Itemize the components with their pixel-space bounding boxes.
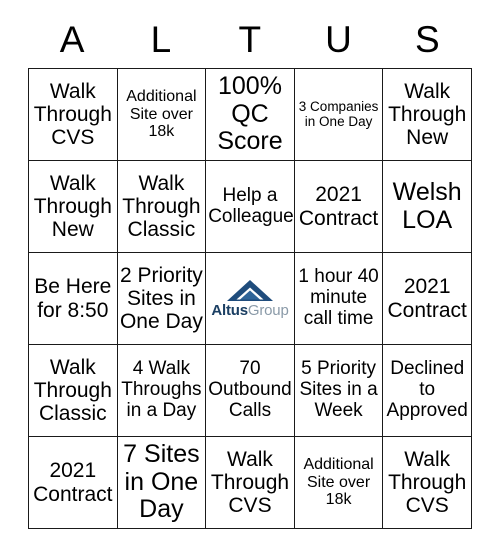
bingo-cell[interactable]: 2 Priority Sites in One Day — [116, 252, 207, 345]
bingo-cell[interactable]: Additional Site over 18k — [116, 68, 207, 161]
bingo-cell-label: 2021 Contract — [33, 459, 113, 506]
bingo-cell[interactable]: 7 Sites in One Day — [116, 436, 207, 529]
bingo-cell-label: Declined to Approved — [386, 358, 468, 421]
bingo-cell-label: Walk Through CVS — [210, 447, 290, 518]
bingo-cell[interactable]: 3 Companies in One Day — [293, 68, 384, 161]
logo-word-altus: Altus — [211, 301, 248, 319]
bingo-cell[interactable]: Walk Through CVS — [205, 436, 295, 529]
bingo-row: Walk Through CVS Additional Site over 18k… — [28, 68, 472, 161]
altus-group-logo: AltusGroup — [208, 254, 292, 343]
bingo-cell-label: Walk Through Classic — [122, 171, 201, 242]
bingo-cell[interactable]: Walk Through Classic — [116, 160, 207, 253]
altus-group-wordmark: AltusGroup — [211, 303, 288, 318]
bingo-cell-label: Walk Through CVS — [33, 79, 112, 150]
bingo-cell-label: 3 Companies in One Day — [298, 98, 379, 129]
bingo-cell[interactable]: 2021 Contract — [28, 436, 118, 529]
bingo-cell[interactable]: 100% QC Score — [205, 68, 295, 161]
bingo-cell[interactable]: 2021 Contract — [293, 160, 384, 253]
bingo-header-letters: A L T U S — [28, 10, 472, 68]
bingo-cell-label: 100% QC Score — [217, 72, 283, 156]
bingo-cell[interactable]: 2021 Contract — [382, 252, 472, 345]
bingo-cell-label: 4 Walk Throughs in a Day — [121, 358, 202, 421]
header-letter-s: S — [414, 18, 441, 60]
bingo-row: Walk Through Classic 4 Walk Throughs in a… — [28, 344, 472, 437]
header-letter-u: U — [325, 18, 353, 60]
bingo-cell[interactable]: Help a Colleague — [205, 160, 295, 253]
bingo-cell-label: 2021 Contract — [298, 183, 379, 230]
bingo-cell-label: Additional Site over 18k — [303, 456, 374, 509]
bingo-cell[interactable]: 5 Priority Sites in a Week — [293, 344, 384, 437]
logo-word-group: Group — [247, 301, 289, 319]
bingo-cell[interactable]: 1 hour 40 minute call time — [293, 252, 384, 345]
bingo-cell-label: Help a Colleague — [208, 184, 294, 227]
bingo-cell-label: Walk Through CVS — [388, 447, 467, 518]
bingo-card: A L T U S Walk Through CVS Additional Sit… — [28, 10, 472, 529]
header-letter-l: L — [150, 18, 172, 60]
bingo-cell[interactable]: 70 Outbound Calls — [205, 344, 295, 437]
bingo-cell[interactable]: Walk Through Classic — [28, 344, 118, 437]
bingo-cell-label: 1 hour 40 minute call time — [298, 266, 379, 329]
bingo-cell[interactable]: Welsh LOA — [382, 160, 472, 253]
bingo-cell-label: Additional Site over 18k — [126, 88, 197, 141]
bingo-grid: Walk Through CVS Additional Site over 18k… — [28, 68, 472, 529]
bingo-row: Be Here for 8:50 2 Priority Sites in One … — [28, 252, 472, 345]
bingo-row: 2021 Contract 7 Sites in One Day Walk Thro… — [28, 436, 472, 529]
bingo-cell-label: Welsh LOA — [392, 178, 462, 234]
bingo-cell-label: 2 Priority Sites in One Day — [119, 263, 203, 334]
bingo-cell-label: Be Here for 8:50 — [34, 275, 112, 322]
bingo-cell[interactable]: Walk Through CVS — [382, 436, 472, 529]
header-letter-t: T — [238, 18, 262, 60]
bingo-cell[interactable]: Be Here for 8:50 — [28, 252, 118, 345]
bingo-cell[interactable]: Walk Through CVS — [28, 68, 118, 161]
bingo-cell[interactable]: Walk Through New — [382, 68, 472, 161]
bingo-cell-label: Walk Through Classic — [33, 355, 112, 426]
bingo-cell-label: 70 Outbound Calls — [208, 358, 292, 421]
bingo-cell-free-logo[interactable]: AltusGroup — [205, 252, 295, 345]
bingo-cell-label: Walk Through New — [388, 79, 467, 150]
bingo-cell[interactable]: 4 Walk Throughs in a Day — [116, 344, 207, 437]
bingo-row: Walk Through New Walk Through Classic Help… — [28, 160, 472, 253]
bingo-cell[interactable]: Additional Site over 18k — [293, 436, 384, 529]
altus-mountain-icon — [226, 279, 273, 302]
bingo-cell-label: 7 Sites in One Day — [123, 440, 200, 524]
header-letter-a: A — [59, 18, 85, 60]
bingo-cell-label: 5 Priority Sites in a Week — [299, 358, 378, 421]
bingo-cell-label: Walk Through New — [33, 171, 112, 242]
bingo-cell-label: 2021 Contract — [387, 275, 467, 322]
bingo-cell[interactable]: Walk Through New — [28, 160, 118, 253]
bingo-cell[interactable]: Declined to Approved — [382, 344, 472, 437]
